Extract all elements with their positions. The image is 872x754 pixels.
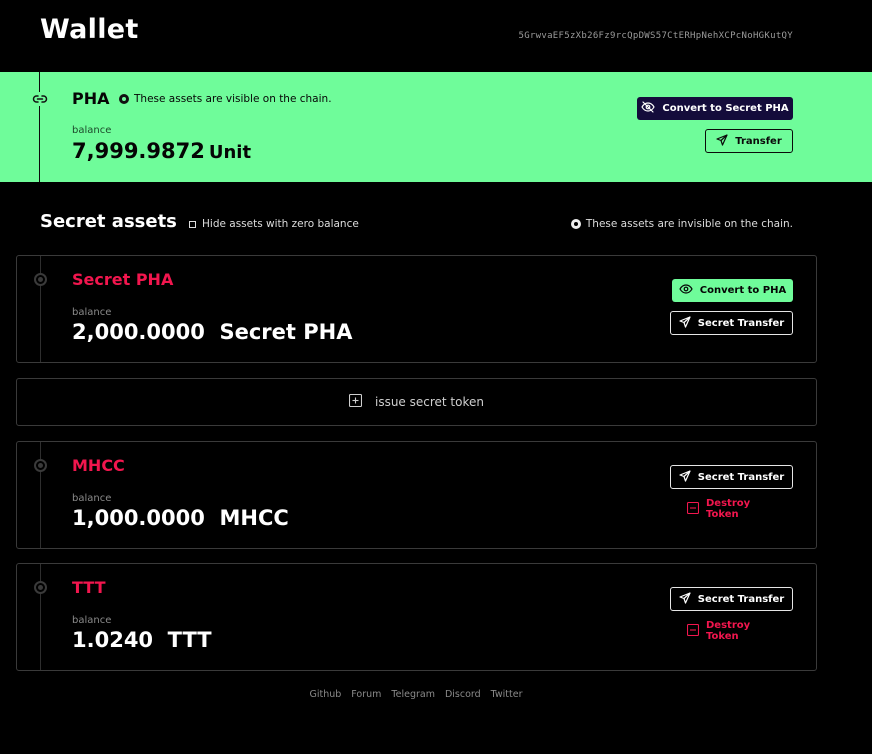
send-icon bbox=[716, 133, 728, 149]
token-card-mhcc: MHCC balance 1,000.0000 MHCC Secret Tran… bbox=[16, 441, 817, 549]
invisible-note: These assets are invisible on the chain. bbox=[570, 218, 793, 230]
public-balance: 7,999.9872 Unit bbox=[72, 139, 251, 163]
token-name: Secret PHA bbox=[72, 270, 174, 289]
app-title: Wallet bbox=[40, 14, 139, 45]
secret-transfer-button[interactable]: Secret Transfer bbox=[670, 311, 793, 335]
token-name: MHCC bbox=[72, 456, 125, 475]
token-ring-icon bbox=[34, 273, 47, 286]
token-balance: 1,000.0000 MHCC bbox=[72, 506, 289, 530]
footer-link-telegram[interactable]: Telegram bbox=[391, 689, 435, 700]
balance-label: balance bbox=[72, 615, 112, 626]
secret-pha-card: Secret PHA balance 2,000.0000 Secret PHA… bbox=[16, 255, 817, 363]
eye-off-icon bbox=[641, 101, 656, 116]
balance-label: balance bbox=[72, 307, 112, 318]
destroy-token-button[interactable]: Destroy Token bbox=[686, 498, 781, 520]
account-address[interactable]: 5GrwvaEF5zXb26Fz9rcQpDWS57CtERHpNehXCPcN… bbox=[519, 31, 794, 41]
eye-icon bbox=[679, 284, 693, 297]
link-icon bbox=[31, 92, 49, 106]
secret-transfer-button[interactable]: Secret Transfer bbox=[670, 587, 793, 611]
balance-label: balance bbox=[72, 125, 112, 136]
issue-secret-token-label: issue secret token bbox=[374, 395, 484, 409]
footer-link-github[interactable]: Github bbox=[309, 689, 341, 700]
timeline-line bbox=[39, 72, 40, 182]
balance-unit: Unit bbox=[208, 142, 252, 163]
balance-label: balance bbox=[72, 493, 112, 504]
hide-zero-checkbox[interactable] bbox=[189, 220, 196, 228]
secret-transfer-label: Secret Transfer bbox=[697, 317, 785, 329]
plus-square-icon bbox=[348, 393, 363, 410]
token-name: TTT bbox=[72, 578, 106, 597]
send-icon bbox=[679, 591, 691, 607]
invisible-dot-icon bbox=[570, 219, 581, 229]
send-icon bbox=[679, 469, 691, 485]
token-ring-icon bbox=[34, 581, 47, 594]
public-asset-name: PHA bbox=[72, 89, 110, 108]
footer-link-discord[interactable]: Discord bbox=[445, 689, 481, 700]
destroy-token-button[interactable]: Destroy Token bbox=[686, 620, 781, 642]
convert-to-pha-button[interactable]: Convert to PHA bbox=[672, 279, 793, 302]
send-icon bbox=[679, 315, 691, 331]
visibility-note-text: These assets are visible on the chain. bbox=[134, 93, 332, 105]
hide-zero-label: Hide assets with zero balance bbox=[202, 218, 359, 230]
visible-dot-icon bbox=[119, 94, 129, 104]
timeline-line bbox=[40, 442, 41, 548]
issue-secret-token-button[interactable]: issue secret token bbox=[16, 378, 817, 426]
balance-value: 7,999.9872 bbox=[72, 139, 205, 163]
token-card-ttt: TTT balance 1.0240 TTT Secret Transfer D… bbox=[16, 563, 817, 671]
convert-to-secret-button[interactable]: Convert to Secret PHA bbox=[637, 97, 793, 120]
destroy-token-label: Destroy Token bbox=[706, 620, 751, 642]
token-ring-icon bbox=[34, 459, 47, 472]
footer-link-forum[interactable]: Forum bbox=[351, 689, 381, 700]
invisible-note-text: These assets are invisible on the chain. bbox=[585, 218, 793, 230]
transfer-button[interactable]: Transfer bbox=[705, 129, 793, 153]
secret-transfer-label: Secret Transfer bbox=[697, 471, 785, 483]
secret-transfer-label: Secret Transfer bbox=[697, 593, 785, 605]
minus-square-icon bbox=[686, 501, 700, 517]
transfer-label: Transfer bbox=[735, 135, 782, 147]
destroy-token-label: Destroy Token bbox=[706, 498, 751, 520]
timeline-line bbox=[40, 256, 41, 362]
token-balance: 1.0240 TTT bbox=[72, 628, 212, 652]
footer-link-twitter[interactable]: Twitter bbox=[491, 689, 523, 700]
timeline-line bbox=[40, 564, 41, 670]
visibility-note: These assets are visible on the chain. bbox=[119, 93, 332, 105]
hide-zero-toggle[interactable]: Hide assets with zero balance bbox=[189, 218, 359, 230]
minus-square-icon bbox=[686, 623, 700, 639]
footer-links: Github Forum Telegram Discord Twitter bbox=[0, 689, 832, 700]
token-balance: 2,000.0000 Secret PHA bbox=[72, 320, 353, 344]
secret-assets-title: Secret assets bbox=[40, 211, 177, 232]
convert-to-secret-label: Convert to Secret PHA bbox=[662, 103, 789, 114]
public-asset-panel: PHA These assets are visible on the chai… bbox=[0, 72, 872, 182]
secret-transfer-button[interactable]: Secret Transfer bbox=[670, 465, 793, 489]
convert-to-pha-label: Convert to PHA bbox=[699, 285, 787, 296]
